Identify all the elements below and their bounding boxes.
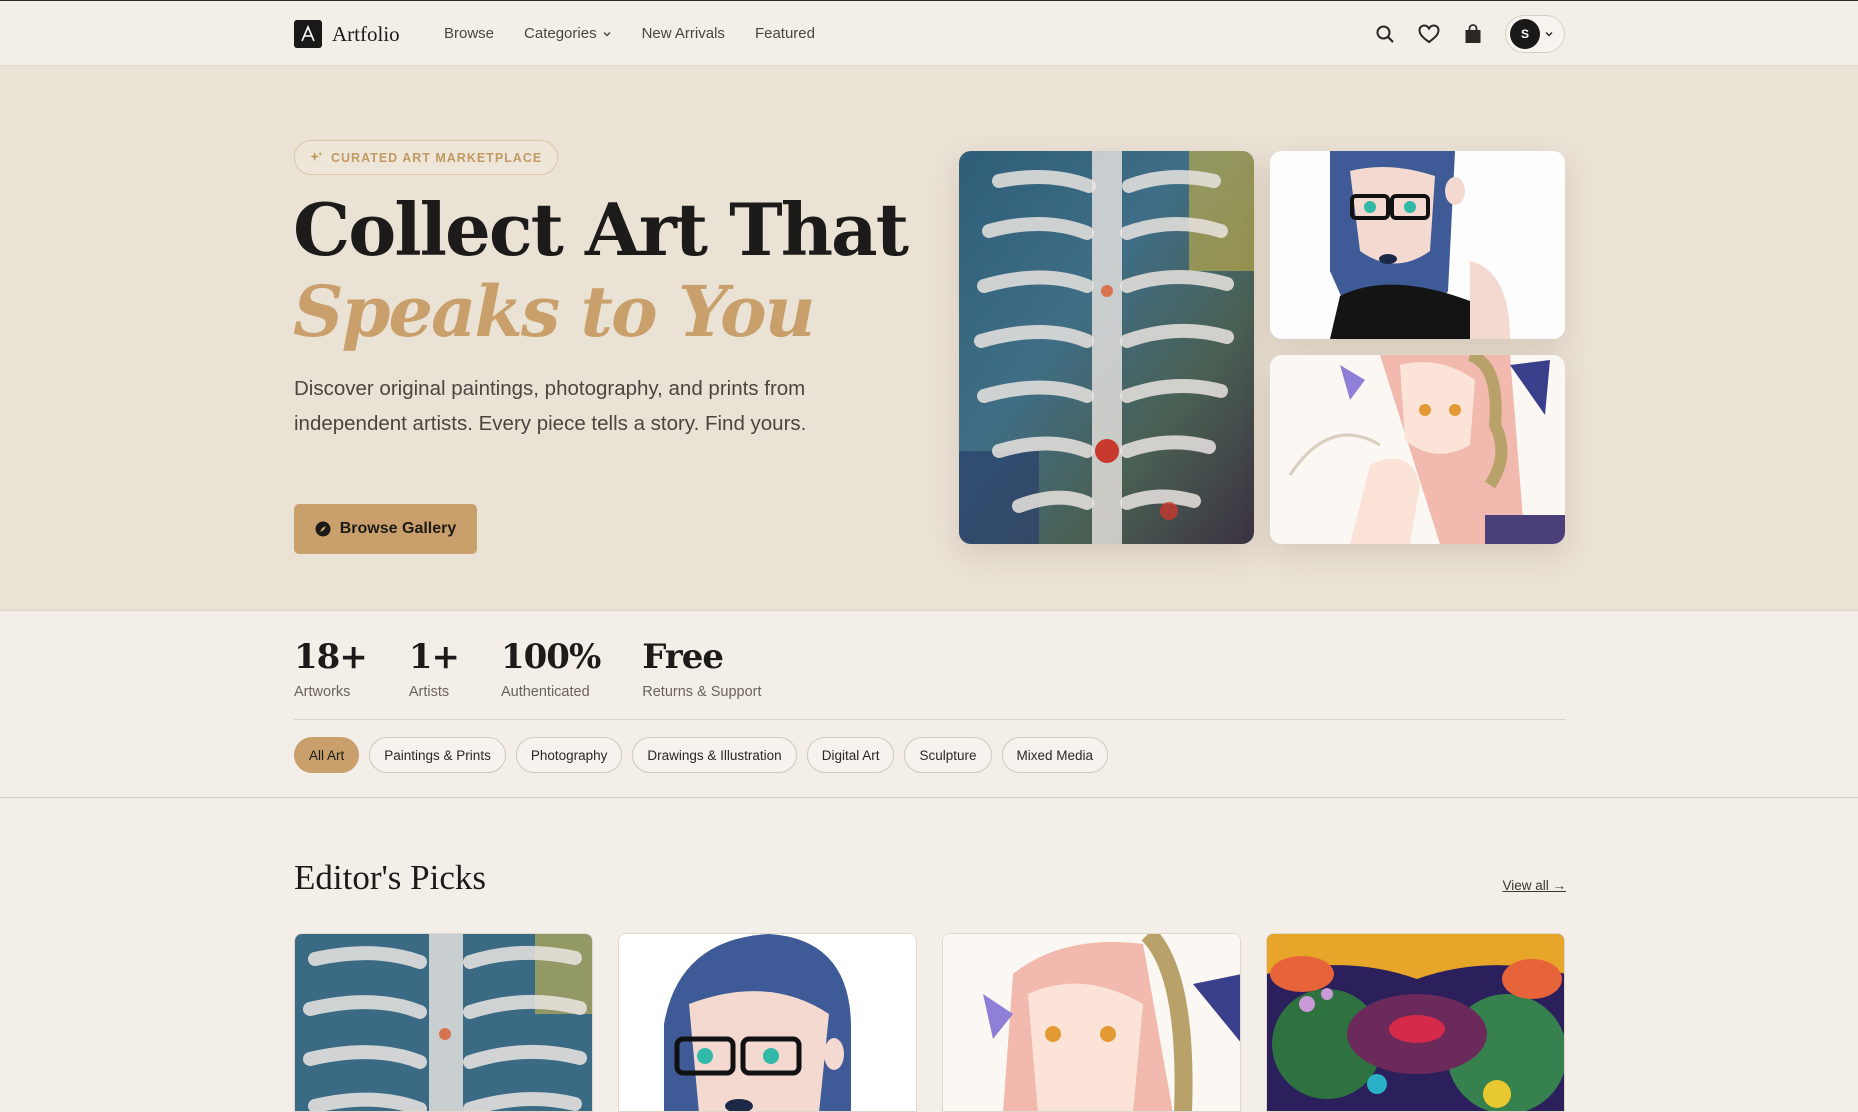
- stats-divider: [294, 719, 1566, 720]
- view-all-link[interactable]: View all →: [1502, 878, 1566, 893]
- stat-value: 18+: [294, 637, 368, 677]
- logo-mark-icon: [294, 20, 322, 48]
- hero-description: Discover original paintings, photography…: [294, 377, 807, 435]
- section-divider: [0, 797, 1858, 798]
- shopping-bag-icon[interactable]: [1461, 22, 1485, 46]
- nav-actions: S: [1373, 15, 1565, 53]
- hero-artwork-blue-hair-portrait[interactable]: [1270, 151, 1565, 339]
- artwork-card[interactable]: [294, 933, 593, 1112]
- stat-label: Artworks: [294, 684, 351, 700]
- brand-logo[interactable]: Artfolio: [294, 20, 400, 48]
- nav-link-categories[interactable]: Categories: [524, 25, 612, 42]
- sparkle-icon: [310, 151, 323, 162]
- chevron-down-icon: [603, 31, 611, 36]
- nav-link-browse[interactable]: Browse: [444, 25, 494, 42]
- stat-returns: Free Returns & Support: [642, 636, 761, 700]
- brand-name: Artfolio: [332, 21, 400, 46]
- chevron-down-icon: [1545, 32, 1553, 37]
- stat-value: 100%: [500, 637, 601, 677]
- user-menu[interactable]: S: [1505, 15, 1565, 53]
- filter-chip-all-art[interactable]: All Art: [294, 737, 360, 773]
- hero-title-accent: Speaks to You: [293, 270, 816, 353]
- filter-chip-drawings-illustration[interactable]: Drawings & Illustration: [632, 737, 797, 773]
- stat-value: 1+: [408, 637, 460, 677]
- top-navbar: Artfolio Browse Categories New Arrivals …: [0, 0, 1858, 66]
- stat-authenticated: 100% Authenticated: [500, 636, 601, 700]
- filter-chip-paintings-prints[interactable]: Paintings & Prints: [369, 737, 506, 773]
- artwork-card[interactable]: [942, 933, 1241, 1112]
- artwork-card[interactable]: [618, 933, 917, 1112]
- browse-gallery-label: Browse Gallery: [339, 520, 457, 537]
- search-icon[interactable]: [1373, 22, 1397, 46]
- filter-chip-photography[interactable]: Photography: [515, 737, 623, 773]
- browse-gallery-button[interactable]: Browse Gallery: [294, 504, 477, 554]
- nav-link-new-arrivals[interactable]: New Arrivals: [642, 25, 725, 42]
- heart-icon[interactable]: [1417, 22, 1441, 46]
- stat-value: Free: [642, 637, 724, 677]
- filter-chip-digital-art[interactable]: Digital Art: [806, 737, 895, 773]
- stat-label: Authenticated: [500, 684, 590, 700]
- hero-section: CURATED ART MARKETPLACE Collect Art That…: [0, 66, 1858, 611]
- section-title: Editor's Picks: [294, 858, 487, 897]
- stat-label: Returns & Support: [642, 684, 762, 700]
- stats-row: 18+ Artworks 1+ Artists 100% Authenticat…: [294, 636, 762, 700]
- avatar: S: [1510, 19, 1540, 49]
- nav-link-categories-label: Categories: [524, 25, 597, 42]
- hero-artwork-pink-hair-portrait[interactable]: [1270, 355, 1565, 544]
- hero-title: Collect Art That: [293, 187, 909, 272]
- filter-chip-sculpture[interactable]: Sculpture: [904, 737, 992, 773]
- marketplace-badge: CURATED ART MARKETPLACE: [294, 140, 559, 175]
- hero-artwork-ribcage[interactable]: [959, 151, 1254, 544]
- compass-icon: [315, 521, 331, 537]
- stat-artists: 1+ Artists: [408, 636, 460, 700]
- artwork-card[interactable]: [1266, 933, 1565, 1112]
- filter-chip-mixed-media[interactable]: Mixed Media: [1001, 737, 1109, 773]
- primary-nav: Browse Categories New Arrivals Featured: [444, 25, 815, 42]
- nav-link-featured[interactable]: Featured: [755, 25, 815, 42]
- badge-label: CURATED ART MARKETPLACE: [331, 150, 543, 165]
- stat-artworks: 18+ Artworks: [294, 636, 368, 700]
- category-filters: All Art Paintings & Prints Photography D…: [294, 737, 1109, 773]
- stat-label: Artists: [408, 684, 450, 700]
